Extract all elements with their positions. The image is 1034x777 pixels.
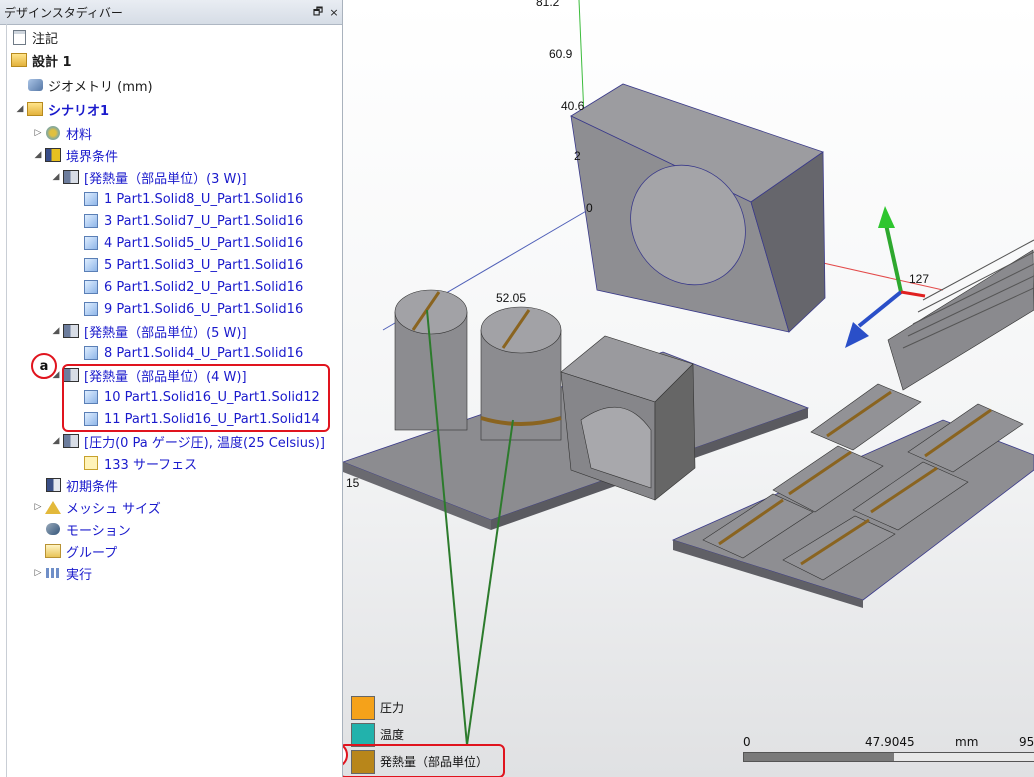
legend-swatch — [351, 722, 375, 747]
solid-part-icon — [84, 236, 98, 250]
highlight-box-b — [343, 744, 505, 777]
expand-arrow-icon[interactable]: ▷ — [31, 128, 45, 138]
tree-item-part[interactable]: 9 Part1.Solid6_U_Part1.Solid16 — [83, 298, 303, 320]
collapse-arrow-icon[interactable]: ◢ — [49, 172, 63, 182]
tree-item-part[interactable]: 5 Part1.Solid3_U_Part1.Solid16 — [83, 254, 303, 276]
model-view: 81.2 60.9 40.6 2 0 52.05 127 15 — [343, 0, 1034, 746]
tree-item-design[interactable]: 設計 1 — [11, 49, 72, 71]
axis-label: 127 — [909, 272, 929, 286]
heat-load-icon — [63, 324, 79, 338]
scale-mid: 47.9045 — [865, 735, 915, 749]
tree-item-motion[interactable]: モーション — [45, 518, 131, 540]
solid-part-icon — [84, 280, 98, 294]
collapse-arrow-icon[interactable]: ◢ — [49, 436, 63, 446]
tree-item-part[interactable]: 8 Part1.Solid4_U_Part1.Solid16 — [83, 342, 303, 364]
axis-label: 60.9 — [549, 47, 573, 61]
motion-icon — [46, 523, 60, 535]
expand-arrow-icon[interactable]: ▷ — [31, 568, 45, 578]
3d-viewport[interactable]: 81.2 60.9 40.6 2 0 52.05 127 15 圧力 温度 発熱… — [343, 0, 1034, 777]
scale-min: 0 — [743, 735, 751, 749]
boundary-condition-icon — [45, 148, 61, 162]
axis-label: 15 — [346, 476, 360, 490]
tree-item-pressure[interactable]: ◢ [圧力(0 Pa ゲージ圧), 温度(25 Celsius)] — [49, 430, 325, 452]
panel-title-bar: デザインスタディバー 🗗 × — [0, 0, 342, 25]
scale-unit: mm — [955, 735, 979, 749]
tree-item-surface[interactable]: 133 サーフェス — [83, 452, 197, 474]
float-window-icon[interactable]: 🗗 — [310, 3, 326, 22]
run-icon — [45, 568, 61, 578]
panel-title: デザインスタディバー — [4, 5, 123, 20]
tree-item-part[interactable]: 6 Part1.Solid2_U_Part1.Solid16 — [83, 276, 303, 298]
mesh-size-icon — [45, 500, 61, 514]
heat-sink — [887, 249, 1034, 391]
tree-item-run[interactable]: ▷ 実行 — [31, 562, 92, 584]
axis-label: 0 — [586, 201, 593, 215]
tree-item-geometry[interactable]: ジオメトリ (mm) — [27, 74, 153, 96]
collapse-arrow-icon[interactable]: ◢ — [31, 150, 45, 160]
tree-item-initial[interactable]: 初期条件 — [45, 474, 118, 496]
scale-bar: 0 47.9045 mm 95 — [743, 735, 1034, 762]
tree-item-part[interactable]: 1 Part1.Solid8_U_Part1.Solid16 — [83, 188, 303, 210]
tree-item-note[interactable]: 注記 — [11, 26, 58, 48]
tree-item-heat-3w[interactable]: ◢ [発熱量（部品単位）(3 W)] — [49, 166, 247, 188]
highlight-box-a — [62, 364, 330, 432]
solid-part-icon — [84, 214, 98, 228]
expand-arrow-icon[interactable]: ▷ — [31, 502, 45, 512]
solid-part-icon — [84, 192, 98, 206]
legend-item-pressure: 圧力 — [351, 695, 488, 720]
callout-a: a — [31, 353, 57, 379]
scale-bar-graphic — [743, 752, 1034, 762]
heat-load-icon — [63, 170, 79, 184]
geometry-icon — [27, 79, 43, 91]
tree-item-part[interactable]: 4 Part1.Solid5_U_Part1.Solid16 — [83, 232, 303, 254]
initial-condition-icon — [45, 478, 61, 492]
legend-swatch — [351, 695, 375, 720]
design-study-bar: デザインスタディバー 🗗 × 注記 設計 1 ジオメトリ (mm) ◢ シナリオ… — [0, 0, 343, 777]
pressure-load-icon — [63, 434, 79, 448]
tree-item-scenario[interactable]: ◢ シナリオ1 — [13, 98, 109, 120]
solid-part-icon — [84, 302, 98, 316]
collapse-arrow-icon[interactable]: ◢ — [13, 104, 27, 114]
note-icon — [12, 29, 26, 45]
scenario-icon — [27, 102, 43, 116]
tree-item-boundary[interactable]: ◢ 境界条件 — [31, 144, 118, 166]
axis-label: 2 — [574, 149, 581, 163]
tree-item-part[interactable]: 3 Part1.Solid7_U_Part1.Solid16 — [83, 210, 303, 232]
axis-label: 81.2 — [536, 0, 560, 9]
solid-part-icon — [84, 258, 98, 272]
collapse-arrow-icon[interactable]: ◢ — [49, 326, 63, 336]
axis-label: 52.05 — [496, 291, 526, 305]
close-icon[interactable]: × — [326, 6, 342, 19]
tree-item-heat-5w[interactable]: ◢ [発熱量（部品単位）(5 W)] — [49, 320, 247, 342]
tree-item-mesh[interactable]: ▷ メッシュ サイズ — [31, 496, 161, 518]
tree-item-material[interactable]: ▷ 材料 — [31, 122, 92, 144]
axis-label: 40.6 — [561, 99, 585, 113]
tree-item-group[interactable]: グループ — [45, 540, 117, 562]
design-folder-icon — [11, 53, 27, 67]
surface-icon — [84, 456, 98, 470]
solid-part-icon — [84, 346, 98, 360]
group-icon — [45, 544, 61, 558]
material-icon — [46, 126, 60, 140]
scale-max: 95 — [1019, 735, 1034, 749]
